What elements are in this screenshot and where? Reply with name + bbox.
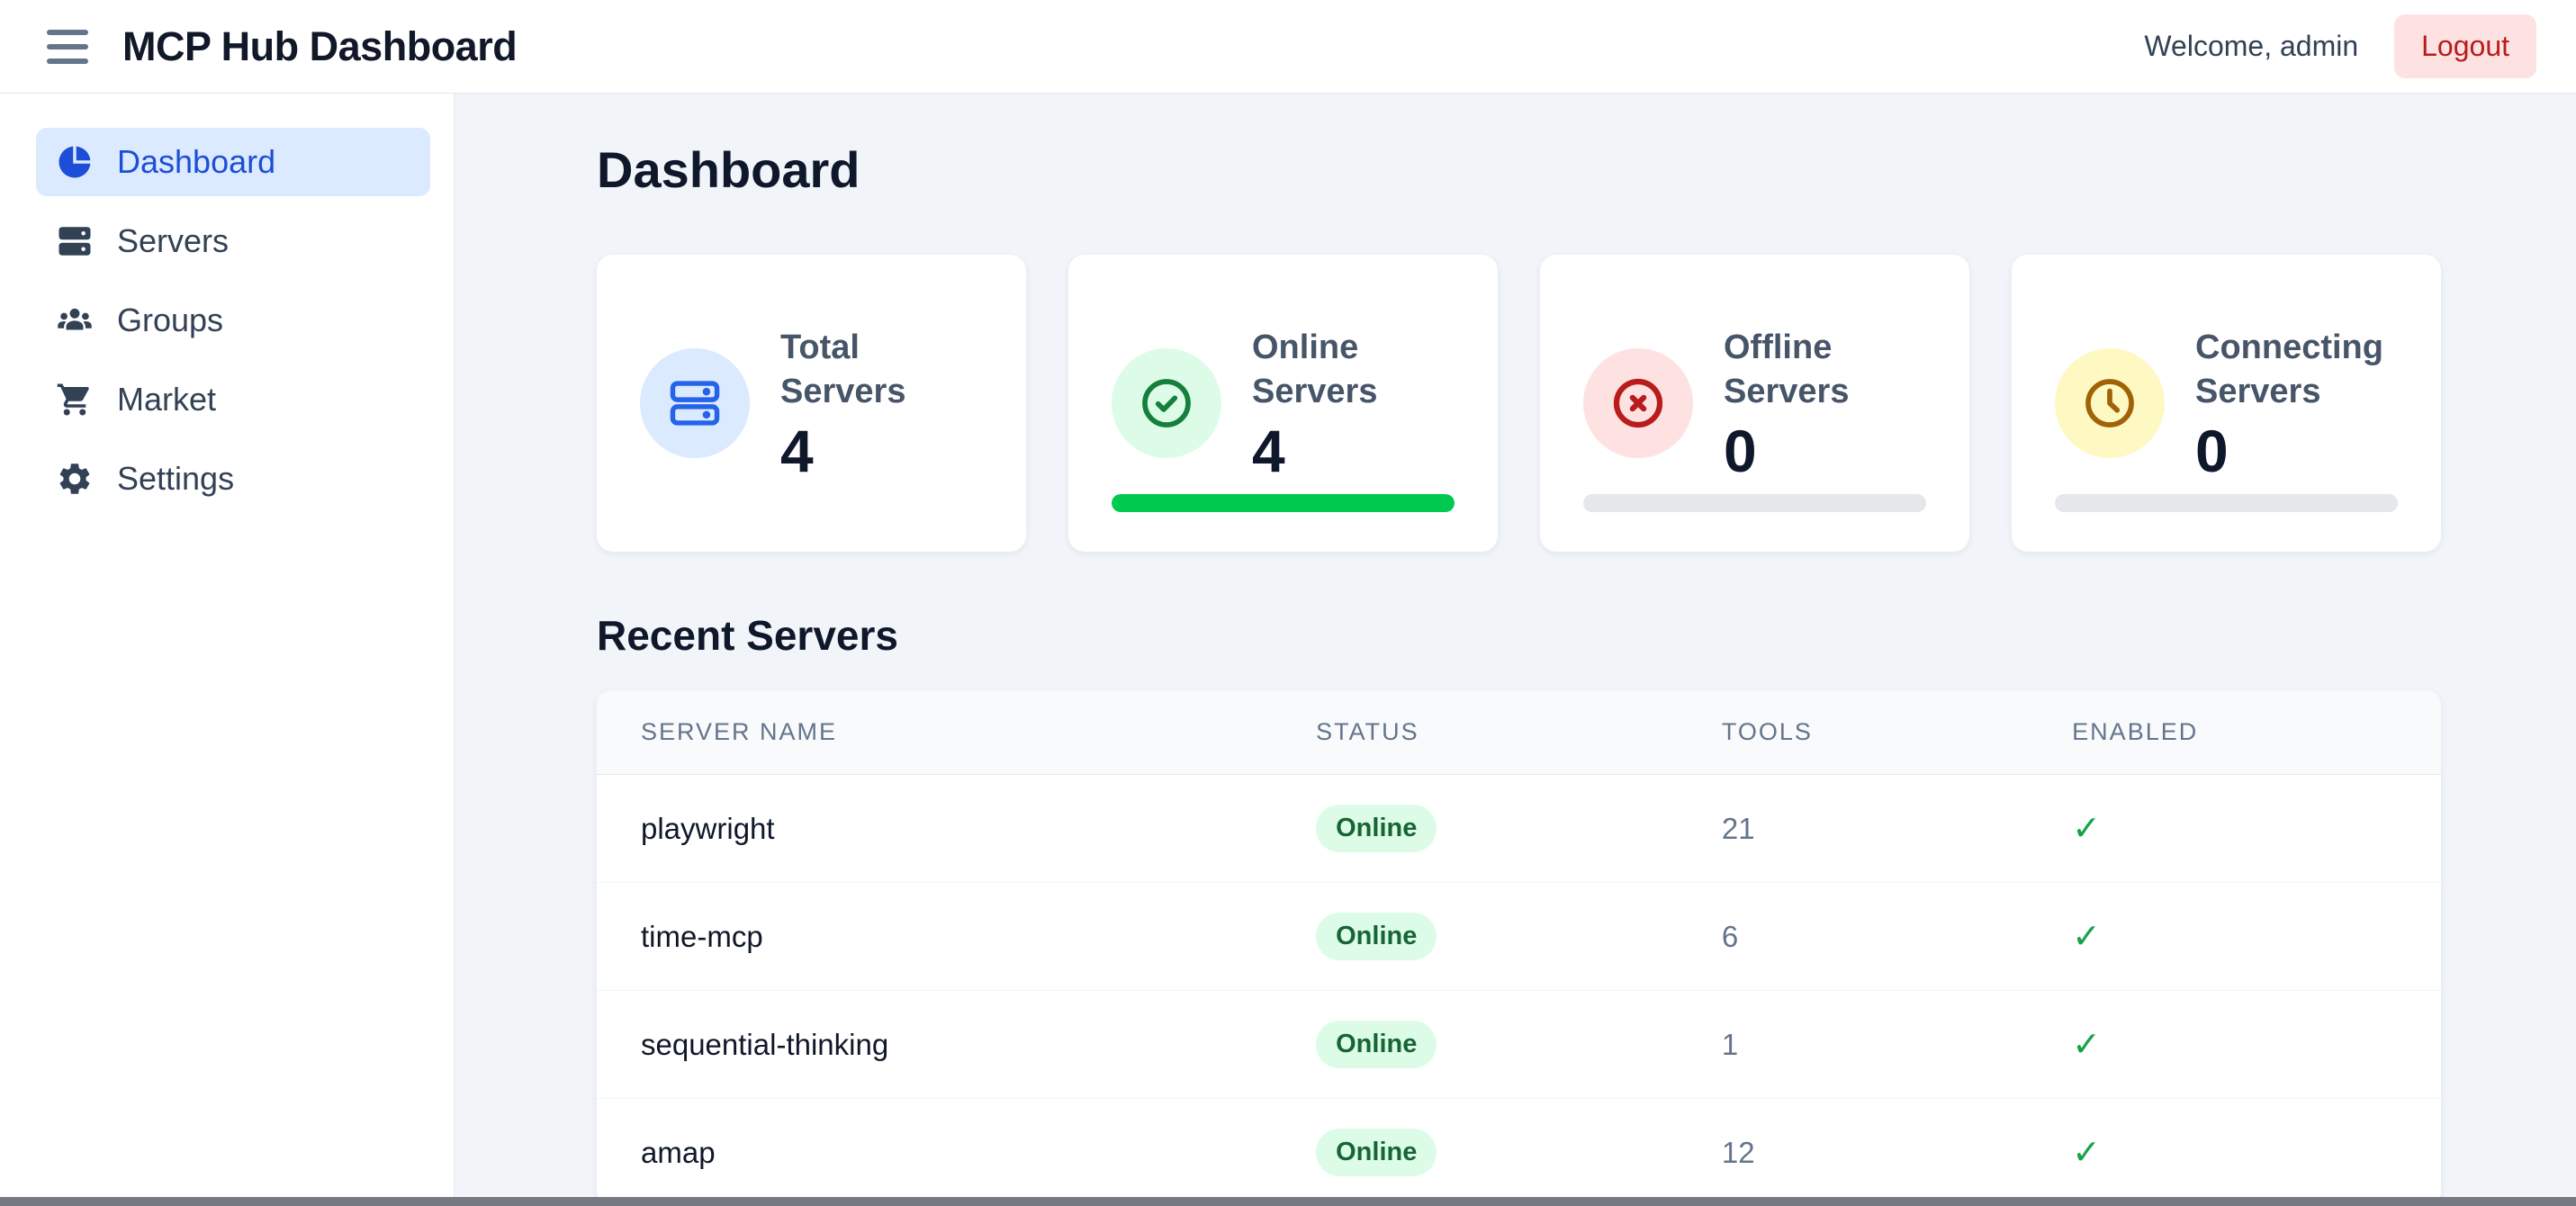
server-name: sequential-thinking xyxy=(597,991,1316,1099)
enabled-check-icon: ✓ xyxy=(2072,775,2441,883)
sidebar-item-label: Groups xyxy=(117,302,223,339)
enabled-check-icon: ✓ xyxy=(2072,883,2441,991)
status-badge: Online xyxy=(1316,913,1437,960)
stat-info: Online Servers 4 xyxy=(1252,326,1455,482)
tools-count: 12 xyxy=(1722,1099,2072,1206)
stat-info: Offline Servers 0 xyxy=(1724,326,1926,482)
column-header-tools: TOOLS xyxy=(1722,690,2072,775)
sidebar-item-label: Dashboard xyxy=(117,143,275,181)
tools-count: 1 xyxy=(1722,991,2072,1099)
recent-servers-title: Recent Servers xyxy=(597,611,2441,660)
stat-label: Online Servers xyxy=(1252,326,1455,415)
sidebar: Dashboard Servers xyxy=(0,94,455,1206)
stat-progress-bar xyxy=(1583,494,1926,512)
enabled-check-icon: ✓ xyxy=(2072,1099,2441,1206)
users-icon xyxy=(56,302,94,339)
welcome-text: Welcome, admin xyxy=(2144,30,2358,63)
server-name: time-mcp xyxy=(597,883,1316,991)
column-header-status: STATUS xyxy=(1316,690,1722,775)
menu-toggle-button[interactable] xyxy=(40,22,95,72)
stat-info: Total Servers 4 xyxy=(780,326,983,482)
sidebar-item-servers[interactable]: Servers xyxy=(36,207,430,275)
stat-card-online-servers: Online Servers 4 xyxy=(1068,255,1498,552)
status-cell: Online xyxy=(1316,991,1722,1099)
horizontal-scrollbar[interactable] xyxy=(0,1197,2576,1206)
column-header-enabled: ENABLED xyxy=(2072,690,2441,775)
tools-count: 6 xyxy=(1722,883,2072,991)
stat-progress-bar xyxy=(2055,494,2398,512)
hamburger-icon xyxy=(47,30,88,35)
status-badge: Online xyxy=(1316,1021,1437,1068)
stat-card-connecting-servers: Connecting Servers 0 xyxy=(2012,255,2441,552)
sidebar-item-groups[interactable]: Groups xyxy=(36,286,430,355)
table-row: time-mcp Online 6 ✓ xyxy=(597,883,2441,991)
server-name: playwright xyxy=(597,775,1316,883)
top-bar-right: Welcome, admin Logout xyxy=(2144,14,2536,78)
top-bar: MCP Hub Dashboard Welcome, admin Logout xyxy=(0,0,2576,94)
logout-button[interactable]: Logout xyxy=(2394,14,2536,78)
x-circle-icon xyxy=(1583,348,1693,458)
main-content: Dashboard Total Servers 4 xyxy=(455,94,2576,1206)
check-circle-icon xyxy=(1112,348,1221,458)
sidebar-item-label: Servers xyxy=(117,222,229,260)
sidebar-item-label: Market xyxy=(117,381,216,418)
server-name: amap xyxy=(597,1099,1316,1206)
cart-icon xyxy=(56,381,94,418)
app-title: MCP Hub Dashboard xyxy=(122,23,517,70)
status-cell: Online xyxy=(1316,1099,1722,1206)
sidebar-item-dashboard[interactable]: Dashboard xyxy=(36,128,430,196)
tools-count: 21 xyxy=(1722,775,2072,883)
stat-label: Offline Servers xyxy=(1724,326,1926,415)
stat-progress-bar xyxy=(1112,494,1455,512)
column-header-server-name: SERVER NAME xyxy=(597,690,1316,775)
server-icon xyxy=(56,222,94,260)
stats-row: Total Servers 4 Online Servers 4 xyxy=(597,255,2441,552)
status-cell: Online xyxy=(1316,775,1722,883)
status-badge: Online xyxy=(1316,805,1437,852)
enabled-check-icon: ✓ xyxy=(2072,991,2441,1099)
pie-chart-icon xyxy=(56,143,94,181)
page-layout: Dashboard Servers xyxy=(0,94,2576,1206)
sidebar-item-label: Settings xyxy=(117,460,234,498)
stat-card-offline-servers: Offline Servers 0 xyxy=(1540,255,1969,552)
table-header-row: SERVER NAME STATUS TOOLS ENABLED xyxy=(597,690,2441,775)
stat-label: Total Servers xyxy=(780,326,983,415)
stat-card-total-servers: Total Servers 4 xyxy=(597,255,1026,552)
status-cell: Online xyxy=(1316,883,1722,991)
page-title: Dashboard xyxy=(597,140,2441,199)
server-icon xyxy=(640,348,750,458)
clock-icon xyxy=(2055,348,2165,458)
recent-servers-table-panel: SERVER NAME STATUS TOOLS ENABLED playwri… xyxy=(597,690,2441,1206)
stat-value: 0 xyxy=(1724,421,1926,481)
stat-label: Connecting Servers xyxy=(2195,326,2398,415)
stat-value: 0 xyxy=(2195,421,2398,481)
table-row: sequential-thinking Online 1 ✓ xyxy=(597,991,2441,1099)
sidebar-item-market[interactable]: Market xyxy=(36,365,430,434)
stat-value: 4 xyxy=(1252,421,1455,481)
recent-servers-table: SERVER NAME STATUS TOOLS ENABLED playwri… xyxy=(597,690,2441,1206)
table-row: playwright Online 21 ✓ xyxy=(597,775,2441,883)
stat-info: Connecting Servers 0 xyxy=(2195,326,2398,482)
stat-value: 4 xyxy=(780,421,983,481)
sidebar-item-settings[interactable]: Settings xyxy=(36,445,430,513)
table-row: amap Online 12 ✓ xyxy=(597,1099,2441,1206)
status-badge: Online xyxy=(1316,1129,1437,1176)
gear-icon xyxy=(56,460,94,498)
